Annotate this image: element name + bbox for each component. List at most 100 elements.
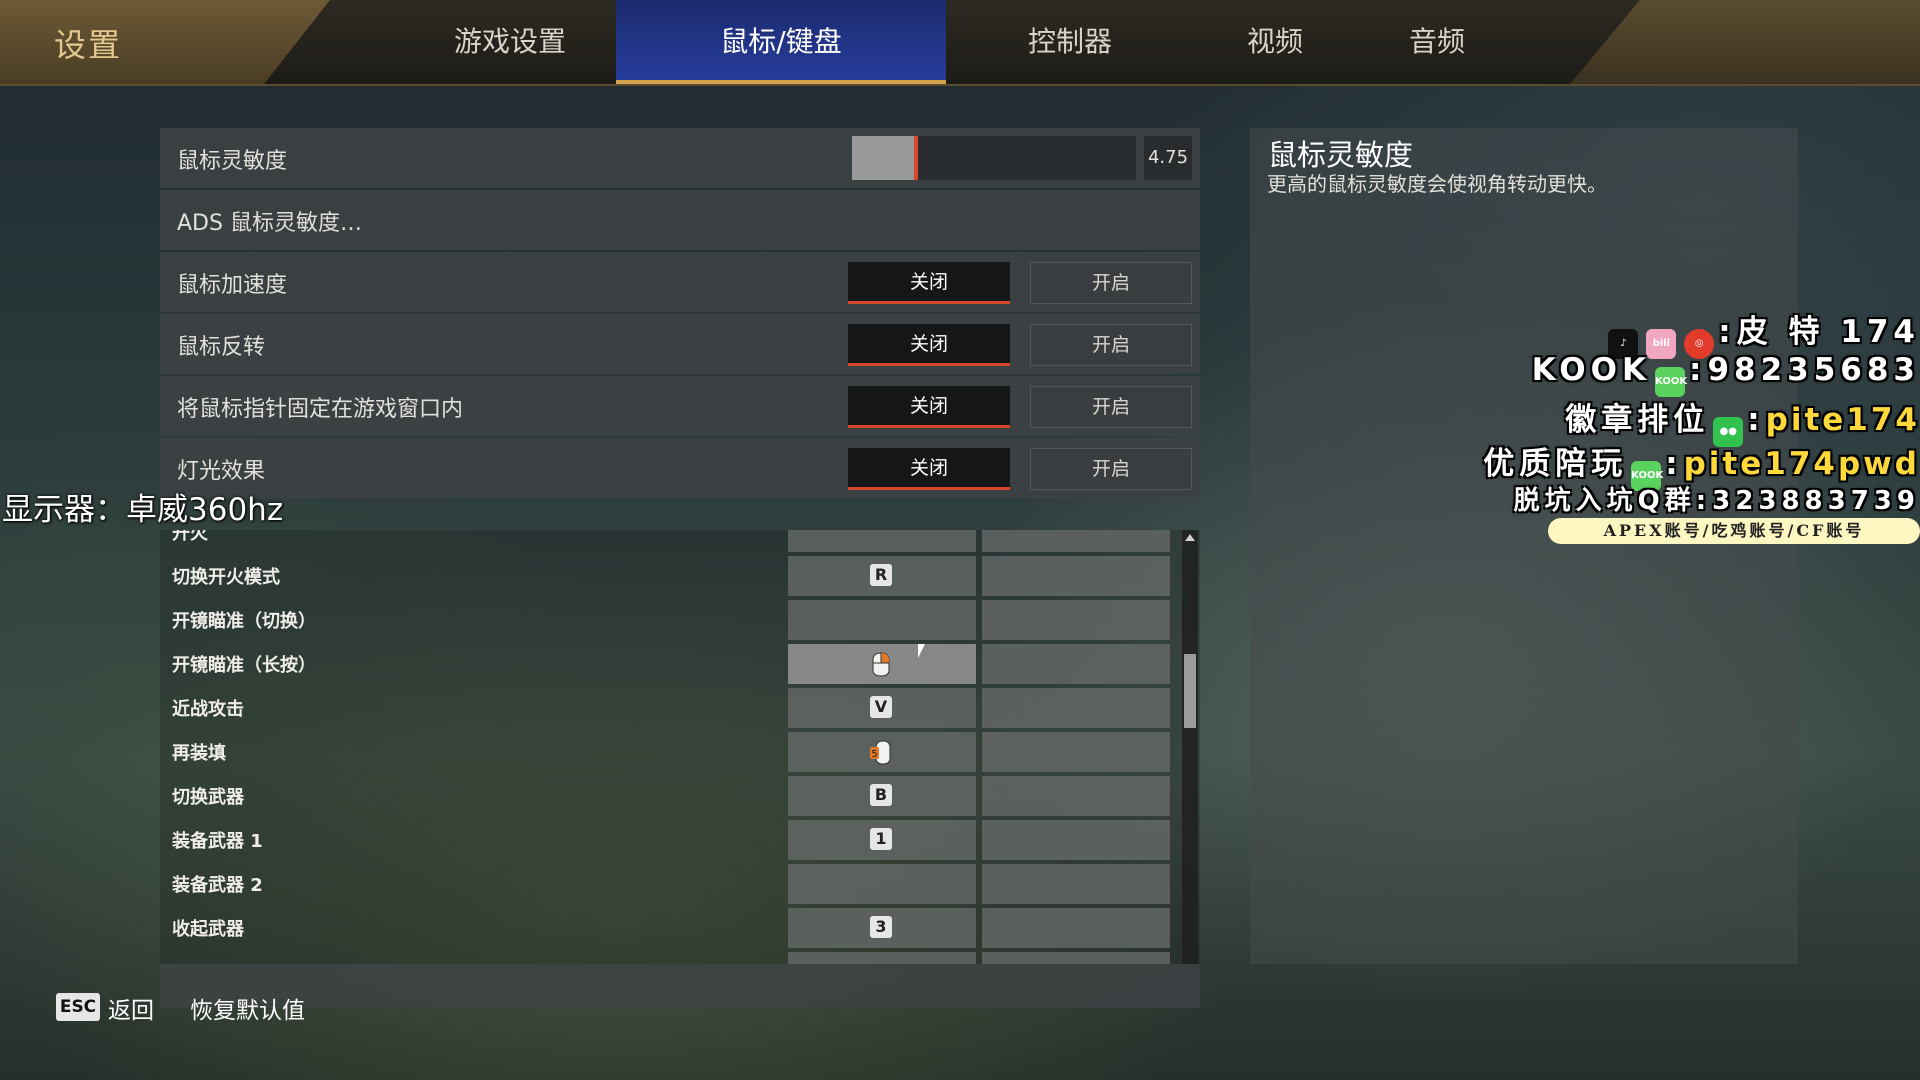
top-bar-decoration [1570, 0, 1920, 84]
tab-video[interactable]: 视频 [1220, 0, 1330, 84]
top-bar: 设置 游戏设置 鼠标/键盘 控制器 视频 音频 [0, 0, 1920, 86]
keybind-primary-slot[interactable] [788, 864, 976, 904]
invert-mouse-row: 鼠标反转 关闭 开启 [160, 314, 1200, 374]
mouse-cursor-icon [918, 644, 925, 658]
description-panel: 鼠标灵敏度 更高的鼠标灵敏度会使视角转动更快。 [1250, 128, 1798, 964]
sensitivity-slider-fill[interactable] [852, 136, 914, 180]
keybind-secondary-slot[interactable] [982, 908, 1170, 948]
keybind-scrollbar[interactable] [1182, 530, 1198, 964]
keybind-primary-slot[interactable]: V [788, 688, 976, 728]
invert-mouse-off-button[interactable]: 关闭 [848, 324, 1010, 366]
keybind-row-partial [160, 952, 1170, 964]
keybind-row-fire-mode: 切换开火模式 R [160, 556, 1170, 596]
mouse-acceleration-row: 鼠标加速度 关闭 开启 [160, 252, 1200, 312]
keybind-primary-slot[interactable] [788, 530, 976, 552]
lighting-effects-row: 灯光效果 关闭 开启 [160, 438, 1200, 498]
settings-panel: 鼠标灵敏度 4.75 ADS 鼠标灵敏度… 鼠标加速度 关闭 开启 鼠标反转 关… [160, 128, 1200, 500]
keybind-label: 装备武器 2 [172, 875, 263, 896]
svg-text:5: 5 [871, 749, 877, 760]
keybind-primary-slot[interactable]: 1 [788, 820, 976, 860]
tab-controller[interactable]: 控制器 [1000, 0, 1140, 84]
keybind-row-ads-hold: 开镜瞄准（长按） [160, 644, 1170, 684]
key-1-icon: 1 [870, 828, 892, 850]
invert-mouse-on-button[interactable]: 开启 [1030, 324, 1192, 366]
esc-key-icon: ESC [56, 993, 100, 1021]
lighting-effects-label: 灯光效果 [177, 459, 266, 484]
promo-line-badge: 徽章排位 ●●: pite174 [1565, 394, 1920, 447]
keybind-label: 开火 [172, 530, 208, 544]
keybind-label: 开镜瞄准（切换） [172, 611, 316, 632]
brand-plate [0, 0, 330, 84]
ads-sensitivity-label: ADS 鼠标灵敏度… [177, 211, 362, 236]
scroll-thumb[interactable] [1184, 654, 1196, 728]
kook-icon: KOOK [1655, 367, 1687, 397]
keybind-label: 开镜瞄准（长按） [172, 655, 316, 676]
keybind-row-holster: 收起武器 3 [160, 908, 1170, 948]
promo-prefix: 优质陪玩 [1483, 446, 1628, 482]
promo-line-social: ♪ bili ◎: 皮 特 174 [1604, 306, 1920, 359]
keybind-secondary-slot[interactable] [982, 644, 1170, 684]
keybind-secondary-slot[interactable] [982, 530, 1170, 552]
description-text: 更高的鼠标灵敏度会使视角转动更快。 [1267, 172, 1607, 196]
mouse-right-icon [872, 652, 890, 677]
back-button[interactable]: 返回 [108, 991, 154, 1025]
keybind-secondary-slot[interactable] [982, 556, 1170, 596]
keybind-label: 再装填 [172, 743, 226, 764]
lighting-effects-on-button[interactable]: 开启 [1030, 448, 1192, 490]
promo-prefix: KOOK [1531, 352, 1652, 388]
key-3-icon: 3 [870, 916, 892, 938]
sensitivity-value: 4.75 [1144, 136, 1192, 180]
sensitivity-slider-track[interactable] [918, 136, 1136, 180]
promo-value: pite174 [1765, 402, 1920, 438]
keybind-secondary-slot[interactable] [982, 600, 1170, 640]
keybind-list: 开火 切换开火模式 R 开镜瞄准（切换） 开镜瞄准（长按） 近战攻击 V 再装填… [160, 530, 1200, 964]
promo-value: 皮 特 174 [1736, 314, 1920, 350]
lighting-effects-off-button[interactable]: 关闭 [848, 448, 1010, 490]
tab-game-settings[interactable]: 游戏设置 [430, 0, 590, 84]
promo-value: pite174pwd [1683, 446, 1920, 482]
promo-line-companion: 优质陪玩 KOOK: pite174pwd [1483, 438, 1920, 491]
key-b-icon: B [870, 784, 892, 806]
tab-mouse-keyboard[interactable]: 鼠标/键盘 [616, 0, 946, 84]
keybind-primary-slot[interactable]: R [788, 556, 976, 596]
keybind-primary-slot[interactable]: B [788, 776, 976, 816]
promo-prefix: 脱坑入坑Q群 [1513, 486, 1696, 516]
keybind-primary-slot[interactable] [788, 600, 976, 640]
ads-sensitivity-row[interactable]: ADS 鼠标灵敏度… [160, 190, 1200, 250]
sensitivity-label: 鼠标灵敏度 [177, 149, 288, 174]
confine-cursor-off-button[interactable]: 关闭 [848, 386, 1010, 428]
keybind-primary-slot[interactable] [788, 644, 976, 684]
keybind-secondary-slot[interactable] [982, 820, 1170, 860]
keybind-row-fire: 开火 [160, 530, 1170, 552]
keybind-secondary-slot[interactable] [982, 776, 1170, 816]
tab-audio[interactable]: 音频 [1382, 0, 1492, 84]
monitor-overlay-text: 显示器：卓威360hz [2, 492, 284, 528]
promo-value: 98235683 [1707, 352, 1920, 388]
keybind-label: 装备武器 1 [172, 831, 263, 852]
keybind-secondary-slot[interactable] [982, 732, 1170, 772]
keybind-primary-slot[interactable]: 5 [788, 732, 976, 772]
keybind-secondary-slot[interactable] [982, 864, 1170, 904]
reset-defaults-button[interactable]: 恢复默认值 [190, 991, 305, 1025]
keybind-row-melee: 近战攻击 V [160, 688, 1170, 728]
promo-prefix: 徽章排位 [1565, 402, 1710, 438]
keybind-row-switch-weapon: 切换武器 B [160, 776, 1170, 816]
invert-mouse-label: 鼠标反转 [177, 335, 266, 360]
mouse-acceleration-on-button[interactable]: 开启 [1030, 262, 1192, 304]
keybind-primary-slot[interactable] [788, 952, 976, 964]
keybind-primary-slot[interactable]: 3 [788, 908, 976, 948]
keybind-row-ads-toggle: 开镜瞄准（切换） [160, 600, 1170, 640]
keybind-label: 近战攻击 [172, 699, 244, 720]
keybind-row-weapon-1: 装备武器 1 1 [160, 820, 1170, 860]
keybind-secondary-slot[interactable] [982, 688, 1170, 728]
mouse-button-5-icon: 5 [870, 740, 891, 765]
keybind-secondary-slot[interactable] [982, 952, 1170, 964]
keybind-label: 切换开火模式 [172, 567, 280, 588]
promo-banner: APEX账号/吃鸡账号/CF账号 [1548, 518, 1920, 544]
mouse-acceleration-off-button[interactable]: 关闭 [848, 262, 1010, 304]
confine-cursor-on-button[interactable]: 开启 [1030, 386, 1192, 428]
keybind-label: 切换武器 [172, 787, 244, 808]
keybind-label: 收起武器 [172, 919, 244, 940]
scroll-up-arrow-icon[interactable] [1185, 534, 1195, 541]
sensitivity-row[interactable]: 鼠标灵敏度 4.75 [160, 128, 1200, 188]
